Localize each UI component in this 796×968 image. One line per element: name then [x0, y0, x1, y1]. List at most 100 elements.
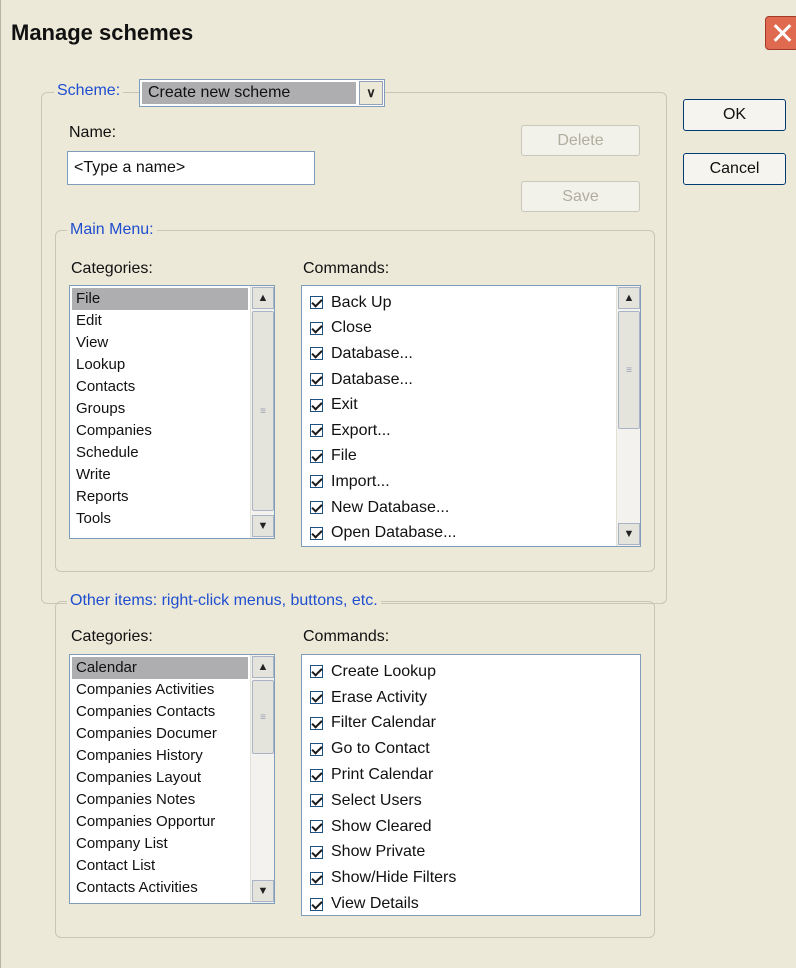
list-item[interactable]: Calendar	[72, 657, 248, 679]
other-items-label: Other items: right-click menus, buttons,…	[67, 592, 381, 610]
cancel-button[interactable]: Cancel	[683, 153, 786, 185]
command-item[interactable]: Database...	[306, 367, 612, 393]
command-item[interactable]: Go to Contact	[306, 736, 636, 762]
list-item[interactable]: View	[72, 332, 248, 354]
list-item[interactable]: Companies Documer	[72, 723, 248, 745]
main-commands-scrollbar[interactable]: ▲ ≡ ▼	[616, 286, 640, 546]
checkmark-icon[interactable]	[310, 742, 323, 756]
command-item[interactable]: Filter Calendar	[306, 711, 636, 737]
other-categories-scrollbar[interactable]: ▲ ≡ ▼	[250, 655, 274, 903]
command-item[interactable]: Close	[306, 316, 612, 342]
command-item[interactable]: Back Up	[306, 290, 612, 316]
command-item[interactable]: Show/Hide Filters	[306, 865, 636, 891]
window-title: Manage schemes	[11, 20, 194, 45]
list-item[interactable]: Companies Contacts	[72, 701, 248, 723]
list-item[interactable]: Companies Activities	[72, 679, 248, 701]
command-item[interactable]: Exit	[306, 392, 612, 418]
other-commands-items: Create Lookup Erase Activity Filter Calend…	[306, 659, 636, 915]
chevron-up-icon[interactable]: ▲	[618, 287, 640, 309]
list-item[interactable]: Companies History	[72, 745, 248, 767]
other-categories-items: Calendar Companies Activities Companies Co…	[72, 657, 248, 899]
command-label: Database...	[331, 370, 413, 388]
list-item[interactable]: Lookup	[72, 354, 248, 376]
command-item[interactable]: Print Calendar	[306, 762, 636, 788]
command-item[interactable]: Export...	[306, 418, 612, 444]
command-item[interactable]: Select Users	[306, 788, 636, 814]
other-categories-list[interactable]: Calendar Companies Activities Companies Co…	[69, 654, 275, 904]
delete-button[interactable]: Delete	[521, 125, 640, 156]
command-item[interactable]: New Database...	[306, 495, 612, 521]
list-item[interactable]: Reports	[72, 486, 248, 508]
checkmark-icon[interactable]	[310, 691, 323, 705]
title-bar: Manage schemes	[1, 0, 796, 64]
chevron-down-icon[interactable]: ▼	[252, 880, 274, 902]
other-commands-list[interactable]: Create Lookup Erase Activity Filter Calend…	[301, 654, 641, 916]
list-item[interactable]: Companies Opportur	[72, 811, 248, 833]
command-item[interactable]: Open Database...	[306, 520, 612, 546]
checkmark-icon[interactable]	[310, 845, 323, 859]
command-label: Export...	[331, 421, 391, 439]
list-item[interactable]: Schedule	[72, 442, 248, 464]
list-item[interactable]: Tools	[72, 508, 248, 530]
other-commands-label: Commands:	[303, 628, 390, 645]
command-item[interactable]: Erase Activity	[306, 685, 636, 711]
command-label: Database...	[331, 344, 413, 362]
list-item[interactable]: Company List	[72, 833, 248, 855]
checkmark-icon[interactable]	[310, 424, 323, 438]
checkmark-icon[interactable]	[310, 321, 323, 335]
save-button[interactable]: Save	[521, 181, 640, 212]
checkmark-icon[interactable]	[310, 665, 323, 679]
chevron-up-icon[interactable]: ▲	[252, 656, 274, 678]
chevron-down-icon[interactable]: ▼	[618, 523, 640, 545]
close-button[interactable]	[765, 16, 796, 50]
checkmark-icon[interactable]	[310, 871, 323, 885]
command-item[interactable]: View Details	[306, 891, 636, 915]
checkmark-icon[interactable]	[310, 475, 323, 489]
chevron-down-icon[interactable]: ▼	[252, 515, 274, 537]
list-item[interactable]: Companies	[72, 420, 248, 442]
chevron-down-icon[interactable]: ∨	[359, 81, 383, 105]
ok-button[interactable]: OK	[683, 99, 786, 131]
command-label: View Details	[331, 895, 419, 913]
checkmark-icon[interactable]	[310, 296, 323, 310]
checkmark-icon[interactable]	[310, 716, 323, 730]
list-item[interactable]: Contact List	[72, 855, 248, 877]
command-item[interactable]: Database...	[306, 341, 612, 367]
checkmark-icon[interactable]	[310, 373, 323, 387]
checkmark-icon[interactable]	[310, 820, 323, 834]
list-item[interactable]: Contacts Activities	[72, 877, 248, 899]
chevron-up-icon[interactable]: ▲	[252, 287, 274, 309]
checkmark-icon[interactable]	[310, 449, 323, 463]
command-item[interactable]: Create Lookup	[306, 659, 636, 685]
scroll-thumb[interactable]: ≡	[618, 311, 640, 429]
command-item[interactable]: File	[306, 444, 612, 470]
list-item[interactable]: Groups	[72, 398, 248, 420]
main-categories-list[interactable]: File Edit View Lookup Contacts Groups Companie…	[69, 285, 275, 539]
scheme-select[interactable]: Create new scheme ∨	[139, 79, 385, 107]
list-item[interactable]: Companies Layout	[72, 767, 248, 789]
list-item[interactable]: Contacts	[72, 376, 248, 398]
checkmark-icon[interactable]	[310, 347, 323, 361]
scheme-name-input[interactable]	[67, 151, 315, 185]
list-item[interactable]: Edit	[72, 310, 248, 332]
command-label: Create Lookup	[331, 662, 436, 680]
checkmark-icon[interactable]	[310, 526, 323, 540]
checkmark-icon[interactable]	[310, 768, 323, 782]
command-item[interactable]: Import...	[306, 469, 612, 495]
main-commands-list[interactable]: Back Up Close Database... Database... Exit Ex…	[301, 285, 641, 547]
command-item[interactable]: Show Private	[306, 840, 636, 866]
list-item[interactable]: Companies Notes	[72, 789, 248, 811]
checkmark-icon[interactable]	[310, 794, 323, 808]
scroll-thumb[interactable]: ≡	[252, 311, 274, 511]
list-item[interactable]: File	[72, 288, 248, 310]
scroll-thumb[interactable]: ≡	[252, 680, 274, 754]
command-label: New Database...	[331, 498, 450, 516]
checkmark-icon[interactable]	[310, 398, 323, 412]
command-item[interactable]: Show Cleared	[306, 814, 636, 840]
scheme-selected-value: Create new scheme	[142, 82, 356, 104]
main-menu-label: Main Menu:	[67, 221, 157, 239]
checkmark-icon[interactable]	[310, 897, 323, 911]
main-categories-scrollbar[interactable]: ▲ ≡ ▼	[250, 286, 274, 538]
checkmark-icon[interactable]	[310, 501, 323, 515]
list-item[interactable]: Write	[72, 464, 248, 486]
